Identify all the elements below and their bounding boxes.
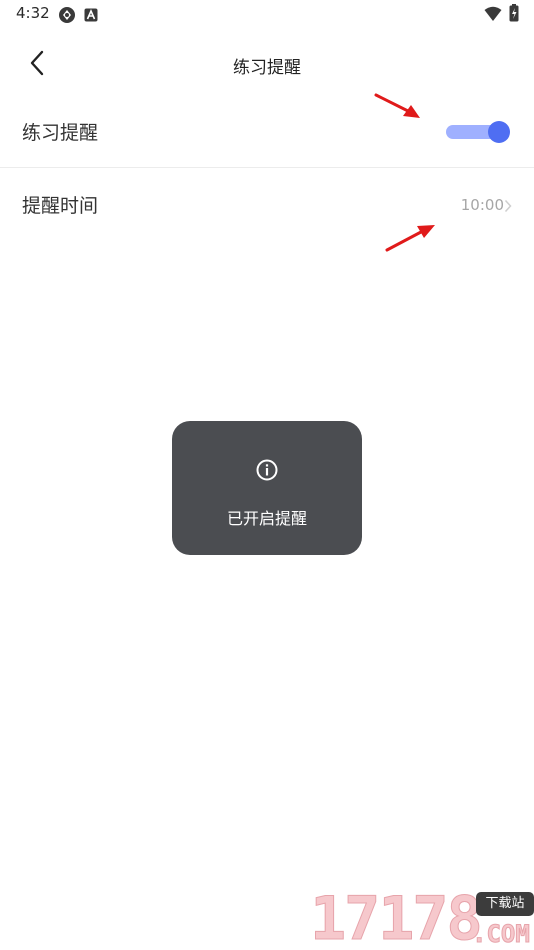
watermark-logo: 17178 下载站 .COM <box>310 880 534 950</box>
watermark-suffix: .COM <box>472 920 531 949</box>
title-bar: 练习提醒 <box>0 40 534 90</box>
chevron-right-icon <box>504 198 514 213</box>
reminder-toggle[interactable] <box>446 120 512 144</box>
page-title: 练习提醒 <box>233 58 301 78</box>
arrow-annotation-icon <box>385 225 435 252</box>
reminder-label: 练习提醒 <box>22 122 99 144</box>
arrow-annotation-icon <box>374 93 420 118</box>
reminder-time-label: 提醒时间 <box>22 195 99 217</box>
reminder-time-value[interactable]: 10:00 <box>461 196 504 214</box>
toggle-knob <box>488 121 510 143</box>
screen: 4:32 练习提醒 练习提醒 提醒时间 10:00 已开启提醒 17178 下载… <box>0 0 534 950</box>
status-bar: 4:32 <box>0 0 534 28</box>
wifi-icon <box>484 6 502 26</box>
status-time: 4:32 <box>16 4 50 22</box>
toast-message: 已开启提醒 <box>226 509 307 528</box>
reminder-time-row[interactable]: 提醒时间 10:00 <box>0 169 534 241</box>
reminder-row: 练习提醒 <box>0 96 534 168</box>
battery-icon <box>509 4 519 26</box>
watermark-badge: 下载站 <box>476 892 534 916</box>
sync-icon <box>58 6 76 28</box>
info-icon <box>255 458 279 482</box>
watermark-digits: 17178 <box>310 884 484 950</box>
a-icon <box>84 7 98 26</box>
toast: 已开启提醒 <box>172 421 362 555</box>
